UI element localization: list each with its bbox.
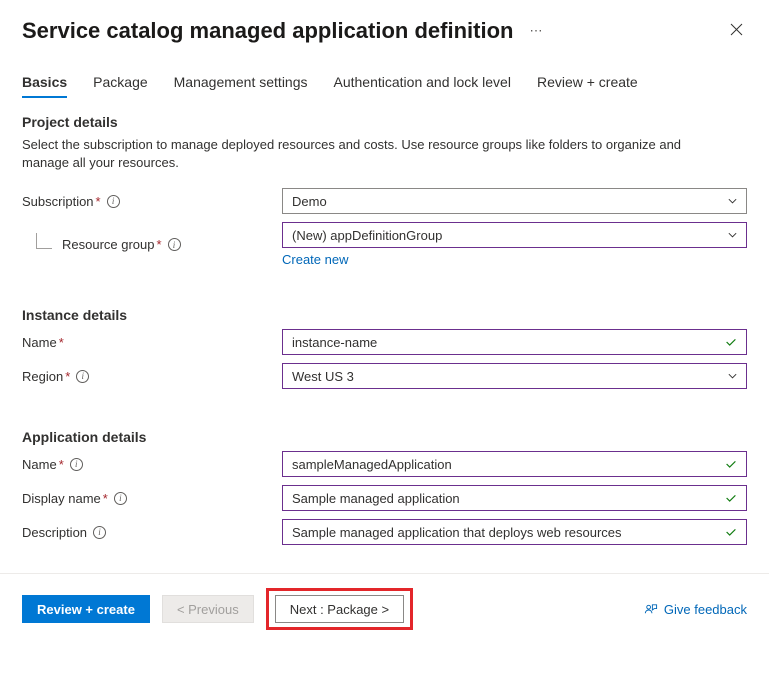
info-icon[interactable]: i xyxy=(70,458,83,471)
feedback-icon xyxy=(643,602,658,617)
instance-name-value: instance-name xyxy=(292,335,377,350)
check-icon xyxy=(724,491,738,505)
more-icon[interactable]: ⋯ xyxy=(529,23,542,39)
highlight-frame: Next : Package > xyxy=(266,588,413,630)
next-button[interactable]: Next : Package > xyxy=(275,595,404,623)
tab-auth-lock[interactable]: Authentication and lock level xyxy=(334,68,511,98)
page-title: Service catalog managed application defi… xyxy=(22,18,513,44)
subscription-value: Demo xyxy=(292,194,327,209)
give-feedback-label: Give feedback xyxy=(664,602,747,617)
info-icon[interactable]: i xyxy=(107,195,120,208)
resource-group-value: (New) appDefinitionGroup xyxy=(292,228,442,243)
close-icon[interactable] xyxy=(726,19,747,43)
tab-package[interactable]: Package xyxy=(93,68,147,98)
application-details-heading: Application details xyxy=(22,429,747,445)
display-name-value: Sample managed application xyxy=(292,491,460,506)
region-select[interactable]: West US 3 xyxy=(282,363,747,389)
info-icon[interactable]: i xyxy=(93,526,106,539)
create-new-link[interactable]: Create new xyxy=(282,252,348,267)
subscription-label: Subscription xyxy=(22,194,94,209)
required-marker: * xyxy=(59,335,64,350)
check-icon xyxy=(724,525,738,539)
resource-group-select[interactable]: (New) appDefinitionGroup xyxy=(282,222,747,248)
subscription-select[interactable]: Demo xyxy=(282,188,747,214)
project-details-heading: Project details xyxy=(22,114,747,130)
required-marker: * xyxy=(65,369,70,384)
info-icon[interactable]: i xyxy=(114,492,127,505)
region-label: Region xyxy=(22,369,63,384)
tab-bar: Basics Package Management settings Authe… xyxy=(22,68,747,98)
required-marker: * xyxy=(157,237,162,252)
tree-glyph xyxy=(36,233,52,249)
tab-review-create[interactable]: Review + create xyxy=(537,68,638,98)
instance-name-input[interactable]: instance-name xyxy=(282,329,747,355)
project-details-desc: Select the subscription to manage deploy… xyxy=(22,136,702,172)
app-name-input[interactable]: sampleManagedApplication xyxy=(282,451,747,477)
instance-name-label: Name xyxy=(22,335,57,350)
tab-management-settings[interactable]: Management settings xyxy=(174,68,308,98)
description-label: Description xyxy=(22,525,87,540)
app-name-value: sampleManagedApplication xyxy=(292,457,452,472)
resource-group-label: Resource group xyxy=(62,237,155,252)
required-marker: * xyxy=(59,457,64,472)
tab-basics[interactable]: Basics xyxy=(22,68,67,98)
app-name-label: Name xyxy=(22,457,57,472)
chevron-down-icon xyxy=(727,371,738,382)
required-marker: * xyxy=(96,194,101,209)
info-icon[interactable]: i xyxy=(76,370,89,383)
review-create-button[interactable]: Review + create xyxy=(22,595,150,623)
display-name-input[interactable]: Sample managed application xyxy=(282,485,747,511)
give-feedback-link[interactable]: Give feedback xyxy=(643,602,747,617)
chevron-down-icon xyxy=(727,196,738,207)
required-marker: * xyxy=(103,491,108,506)
info-icon[interactable]: i xyxy=(168,238,181,251)
chevron-down-icon xyxy=(727,230,738,241)
check-icon xyxy=(724,335,738,349)
region-value: West US 3 xyxy=(292,369,354,384)
display-name-label: Display name xyxy=(22,491,101,506)
previous-button: < Previous xyxy=(162,595,254,623)
instance-details-heading: Instance details xyxy=(22,307,747,323)
description-value: Sample managed application that deploys … xyxy=(292,525,622,540)
description-input[interactable]: Sample managed application that deploys … xyxy=(282,519,747,545)
check-icon xyxy=(724,457,738,471)
